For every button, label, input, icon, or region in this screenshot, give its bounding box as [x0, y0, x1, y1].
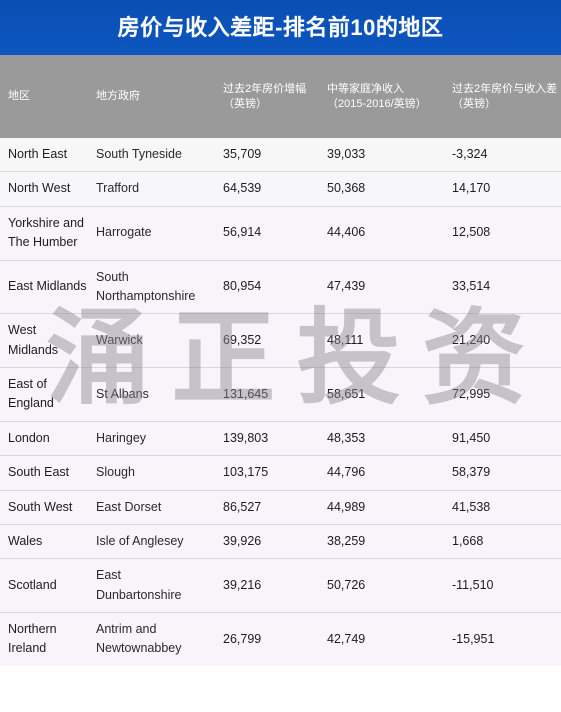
cell-region: East of England [0, 367, 88, 422]
cell-region: Wales [0, 523, 88, 559]
column-header-median-income: 中等家庭净收入 （2015-2016/英镑） [307, 55, 432, 138]
cell-median_income: 39,033 [307, 138, 432, 172]
cell-house_price_growth: 103,175 [203, 455, 307, 490]
column-header-gap: 过去2年房价与收入差 （英镑） [432, 55, 561, 138]
table-row: East of England St Albans 131,645 58,651 72,… [0, 367, 561, 422]
table-row: Scotland East Dunbartonshire 39,216 50,726-… [0, 558, 561, 613]
column-header-gap-line2: （英镑） [452, 97, 496, 110]
column-header-council-line1: 地方政府 [96, 90, 140, 103]
cell-median_income: 44,989 [307, 489, 432, 525]
column-header-median-income-line2: （2015-2016/英镑） [327, 97, 427, 110]
table-row: East Midlands South Northamptonshire 80,95… [0, 259, 561, 314]
cell-council: Trafford [88, 171, 203, 207]
cell-median_income: 44,796 [307, 455, 432, 490]
cell-council: Slough [88, 455, 203, 490]
cell-median_income: 48,353 [307, 420, 432, 456]
cell-region: North East [0, 138, 88, 172]
cell-region: London [0, 420, 88, 456]
cell-median_income: 50,726 [307, 558, 432, 613]
column-header-region: 地区 [0, 55, 88, 138]
table-row: North East South Tyneside 35,709 39,033 -3,3… [0, 138, 561, 172]
cell-house_price_growth: 35,709 [203, 138, 307, 172]
cell-region: South West [0, 489, 88, 525]
table-row: Wales Isle of Anglesey 39,926 38,259 1,668 [0, 523, 561, 559]
cell-house_price_growth: 64,539 [203, 171, 307, 207]
screenshot-root: 房价与收入差距-排名前10的地区 地区 地方政府 过去2年房价增幅 （英镑） 中… [0, 0, 561, 712]
column-header-region-line1: 地区 [8, 90, 30, 103]
cell-council: Haringey [88, 420, 203, 456]
house-price-income-gap-table: 地区 地方政府 过去2年房价增幅 （英镑） 中等家庭净收入 （2015-2016… [0, 55, 561, 666]
cell-median_income: 42,749 [307, 611, 432, 666]
cell-council: St Albans [88, 367, 203, 422]
table-body: North East South Tyneside 35,709 39,033 -3,3… [0, 138, 561, 666]
cell-median_income: 44,406 [307, 205, 432, 260]
cell-gap: 58,379 [432, 455, 561, 490]
cell-gap: 1,668 [432, 523, 561, 559]
table-row: London Haringey 139,803 48,353 91,450 [0, 420, 561, 456]
cell-house_price_growth: 39,216 [203, 558, 307, 613]
cell-council: South Tyneside [88, 138, 203, 172]
cell-council: South Northamptonshire [88, 259, 203, 314]
cell-region: North West [0, 171, 88, 207]
cell-gap: 72,995 [432, 367, 561, 422]
cell-house_price_growth: 69,352 [203, 313, 307, 368]
table-header: 地区 地方政府 过去2年房价增幅 （英镑） 中等家庭净收入 （2015-2016… [0, 55, 561, 138]
cell-house_price_growth: 131,645 [203, 367, 307, 422]
cell-median_income: 48,111 [307, 313, 432, 368]
column-header-house-price-growth-line2: （英镑） [223, 97, 267, 110]
cell-gap: -15,951 [432, 611, 561, 666]
cell-region: East Midlands [0, 259, 88, 314]
cell-gap: 33,514 [432, 259, 561, 314]
cell-region: West Midlands [0, 313, 88, 368]
table-row: South East Slough 103,175 44,796 58,379 [0, 455, 561, 490]
cell-gap: 12,508 [432, 205, 561, 260]
cell-median_income: 50,368 [307, 171, 432, 207]
column-header-house-price-growth: 过去2年房价增幅 （英镑） [203, 55, 307, 138]
column-header-gap-line1: 过去2年房价与收入差 [452, 82, 558, 95]
cell-house_price_growth: 139,803 [203, 420, 307, 456]
title-bar: 房价与收入差距-排名前10的地区 [0, 0, 561, 55]
cell-region: Scotland [0, 558, 88, 613]
cell-gap: 21,240 [432, 313, 561, 368]
cell-council: Warwick [88, 313, 203, 368]
table-header-row: 地区 地方政府 过去2年房价增幅 （英镑） 中等家庭净收入 （2015-2016… [0, 55, 561, 138]
cell-house_price_growth: 39,926 [203, 523, 307, 559]
cell-council: East Dunbartonshire [88, 558, 203, 613]
cell-house_price_growth: 56,914 [203, 205, 307, 260]
cell-council: East Dorset [88, 489, 203, 525]
table-row: West Midlands Warwick 69,352 48,111 21,240 [0, 313, 561, 368]
cell-house_price_growth: 80,954 [203, 259, 307, 314]
cell-council: Harrogate [88, 205, 203, 260]
column-header-council: 地方政府 [88, 55, 203, 138]
table-row: South West East Dorset 86,527 44,989 41,538 [0, 489, 561, 525]
cell-gap: -3,324 [432, 138, 561, 172]
table-row: Northern Ireland Antrim and Newtownabbey 2… [0, 611, 561, 666]
column-header-house-price-growth-line1: 过去2年房价增幅 [223, 82, 307, 95]
cell-region: Northern Ireland [0, 611, 88, 666]
cell-median_income: 47,439 [307, 259, 432, 314]
cell-median_income: 38,259 [307, 523, 432, 559]
cell-region: South East [0, 455, 88, 490]
column-header-median-income-line1: 中等家庭净收入 [327, 82, 404, 95]
page-title: 房价与收入差距-排名前10的地区 [117, 14, 444, 40]
cell-gap: 14,170 [432, 171, 561, 207]
cell-gap: 41,538 [432, 489, 561, 525]
table-row: Yorkshire and The Humber Harrogate 56,914 4… [0, 205, 561, 260]
cell-region: Yorkshire and The Humber [0, 205, 88, 260]
cell-house_price_growth: 26,799 [203, 611, 307, 666]
cell-council: Antrim and Newtownabbey [88, 611, 203, 666]
table-row: North West Trafford 64,539 50,368 14,170 [0, 171, 561, 207]
cell-gap: 91,450 [432, 420, 561, 456]
cell-median_income: 58,651 [307, 367, 432, 422]
cell-house_price_growth: 86,527 [203, 489, 307, 525]
cell-gap: -11,510 [432, 558, 561, 613]
cell-council: Isle of Anglesey [88, 523, 203, 559]
